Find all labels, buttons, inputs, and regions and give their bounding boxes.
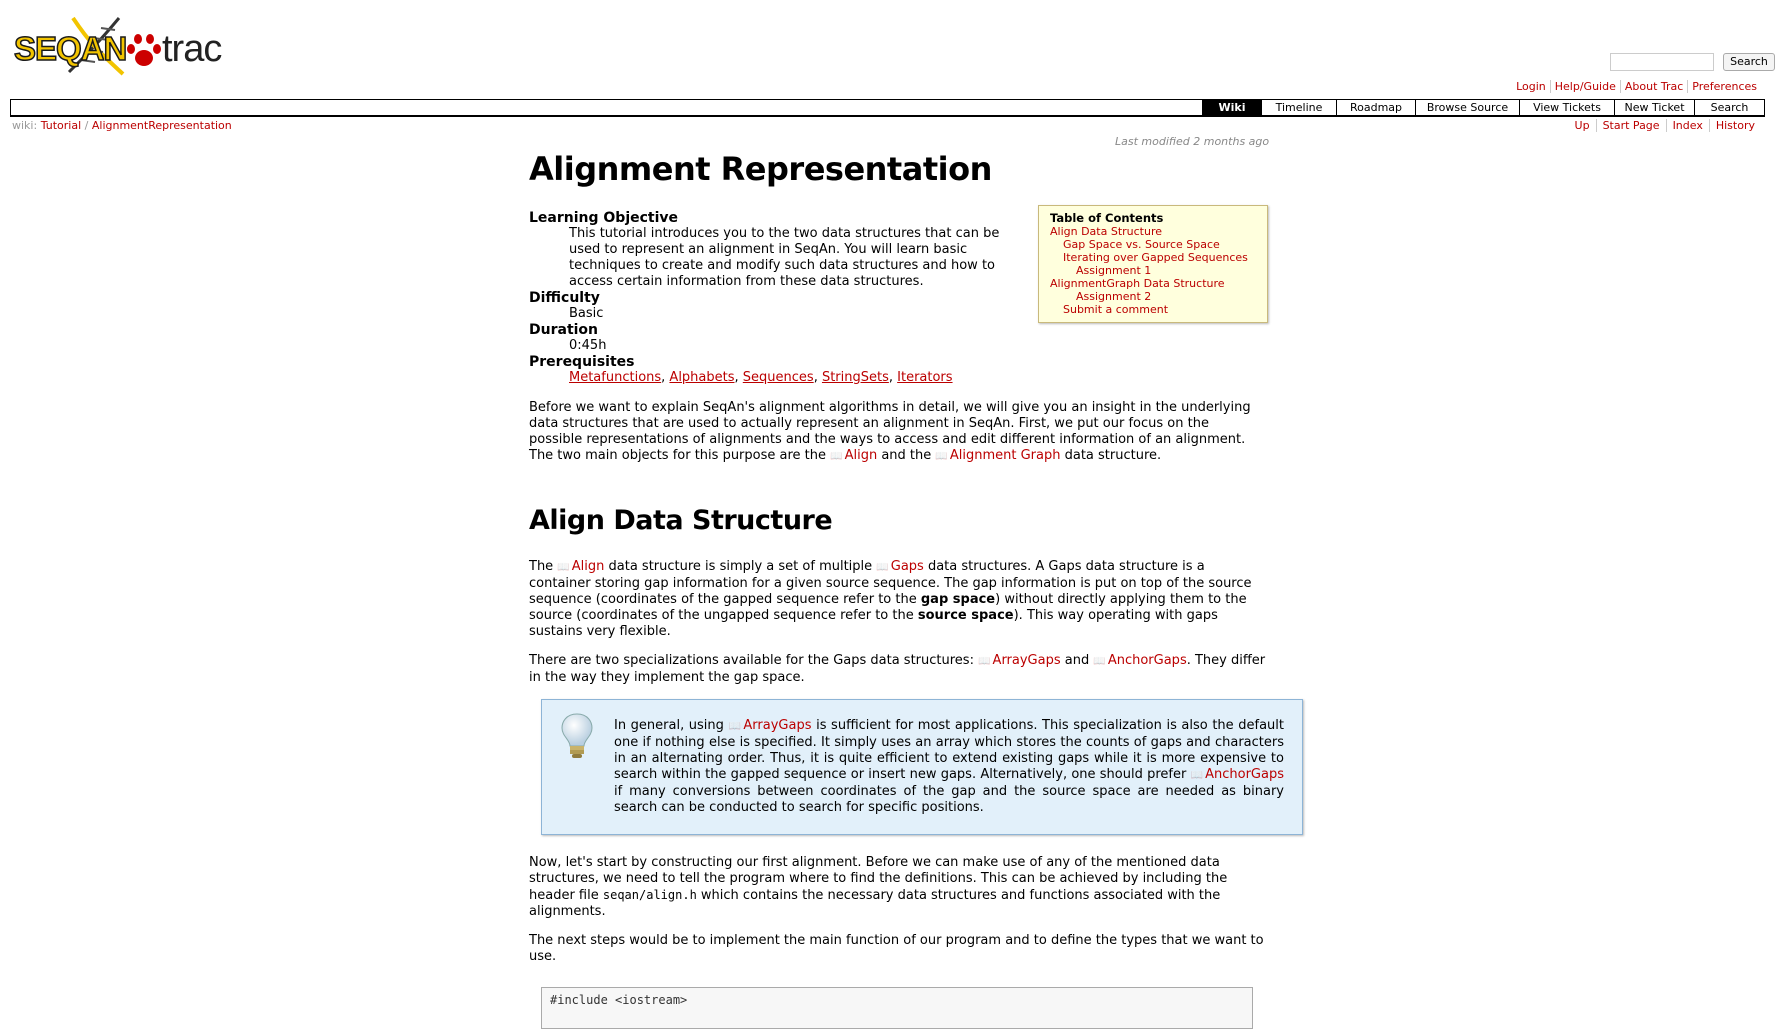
last-modified: Last modified 2 months ago <box>1115 135 1270 148</box>
meta-desc: 0:45h <box>569 338 607 353</box>
tab-new-ticket[interactable]: New Ticket <box>1614 100 1694 115</box>
about-trac-link[interactable]: About Trac <box>1619 80 1688 93</box>
paragraph: The next steps would be to implement the… <box>529 933 1264 964</box>
help-guide-link[interactable]: Help/Guide <box>1549 80 1620 93</box>
logo-trac-text: trac <box>162 28 222 70</box>
meta-term: Prerequisites <box>529 354 635 370</box>
breadcrumb-prefix: wiki: <box>12 119 38 132</box>
meta-desc: Metafunctions, Alphabets, Sequences, Str… <box>569 370 953 385</box>
intro-paragraph: Before we want to explain SeqAn's alignm… <box>529 400 1266 465</box>
anchorgaps-link[interactable]: AnchorGaps <box>1093 653 1186 668</box>
tab-browse-source[interactable]: Browse Source <box>1415 100 1519 115</box>
paragraph: The Align data structure is simply a set… <box>529 559 1266 640</box>
meta-desc: Basic <box>569 306 604 321</box>
align-link[interactable]: Align <box>830 448 877 463</box>
tip-text: In general, using ArrayGaps is sufficien… <box>614 718 1284 816</box>
meta-term: Difficulty <box>529 290 600 306</box>
alignment-graph-link[interactable]: Alignment Graph <box>935 448 1060 463</box>
align-link[interactable]: Align <box>557 559 604 574</box>
code-block: #include <iostream> <box>541 987 1253 1029</box>
breadcrumb-separator: / <box>84 119 89 132</box>
paw-icon <box>127 34 161 66</box>
code-line: #include <iostream> <box>550 993 688 1007</box>
site-logo[interactable]: SEQAN trac <box>13 8 244 76</box>
prereq-link[interactable]: Alphabets <box>669 370 734 385</box>
logo-seqan-text: SEQAN <box>13 29 128 68</box>
tab-wiki[interactable]: Wiki <box>1202 100 1261 115</box>
breadcrumb-current-link[interactable]: AlignmentRepresentation <box>92 119 232 132</box>
meta-desc: This tutorial introduces you to the two … <box>569 226 1000 289</box>
start-page-link[interactable]: Start Page <box>1595 119 1666 132</box>
prereq-link[interactable]: StringSets <box>822 370 889 385</box>
lightbulb-icon <box>561 713 593 758</box>
context-navigation: Up Start Page Index History <box>1569 119 1761 132</box>
tab-timeline[interactable]: Timeline <box>1261 100 1336 115</box>
history-link[interactable]: History <box>1708 119 1761 132</box>
arraygaps-link[interactable]: ArrayGaps <box>978 653 1061 668</box>
tip-box: In general, using ArrayGaps is sufficien… <box>541 699 1303 835</box>
breadcrumb: wiki: Tutorial / AlignmentRepresentation <box>12 119 232 132</box>
search-form: Search <box>1610 51 1775 71</box>
preferences-link[interactable]: Preferences <box>1687 80 1761 93</box>
main-navigation: Wiki Timeline Roadmap Browse Source View… <box>10 99 1765 117</box>
login-link[interactable]: Login <box>1512 80 1550 93</box>
arraygaps-link[interactable]: ArrayGaps <box>729 718 812 733</box>
header-file-code: seqan/align.h <box>602 888 697 902</box>
section-heading: Align Data Structure <box>529 505 833 536</box>
paragraph: Now, let's start by constructing our fir… <box>529 855 1228 919</box>
meta-navigation: Login Help/Guide About Trac Preferences <box>1512 80 1761 93</box>
paragraph: There are two specializations available … <box>529 653 1266 686</box>
tab-search[interactable]: Search <box>1694 100 1764 115</box>
tutorial-meta: Learning Objective This tutorial introdu… <box>529 210 1029 386</box>
page-title: Alignment Representation <box>529 150 992 188</box>
up-link[interactable]: Up <box>1569 119 1596 132</box>
search-input[interactable] <box>1610 52 1714 71</box>
tab-roadmap[interactable]: Roadmap <box>1336 100 1415 115</box>
tab-view-tickets[interactable]: View Tickets <box>1519 100 1614 115</box>
meta-term: Duration <box>529 322 599 338</box>
anchorgaps-link[interactable]: AnchorGaps <box>1191 767 1284 782</box>
gaps-link[interactable]: Gaps <box>876 559 924 574</box>
prereq-link[interactable]: Iterators <box>897 370 952 385</box>
prereq-link[interactable]: Metafunctions <box>569 370 661 385</box>
breadcrumb-tutorial-link[interactable]: Tutorial <box>41 119 81 132</box>
index-link[interactable]: Index <box>1665 119 1709 132</box>
search-button[interactable]: Search <box>1723 52 1775 71</box>
prereq-link[interactable]: Sequences <box>743 370 814 385</box>
wiki-content: Alignment Representation Learning Object… <box>529 150 1303 1029</box>
meta-term: Learning Objective <box>529 210 679 226</box>
